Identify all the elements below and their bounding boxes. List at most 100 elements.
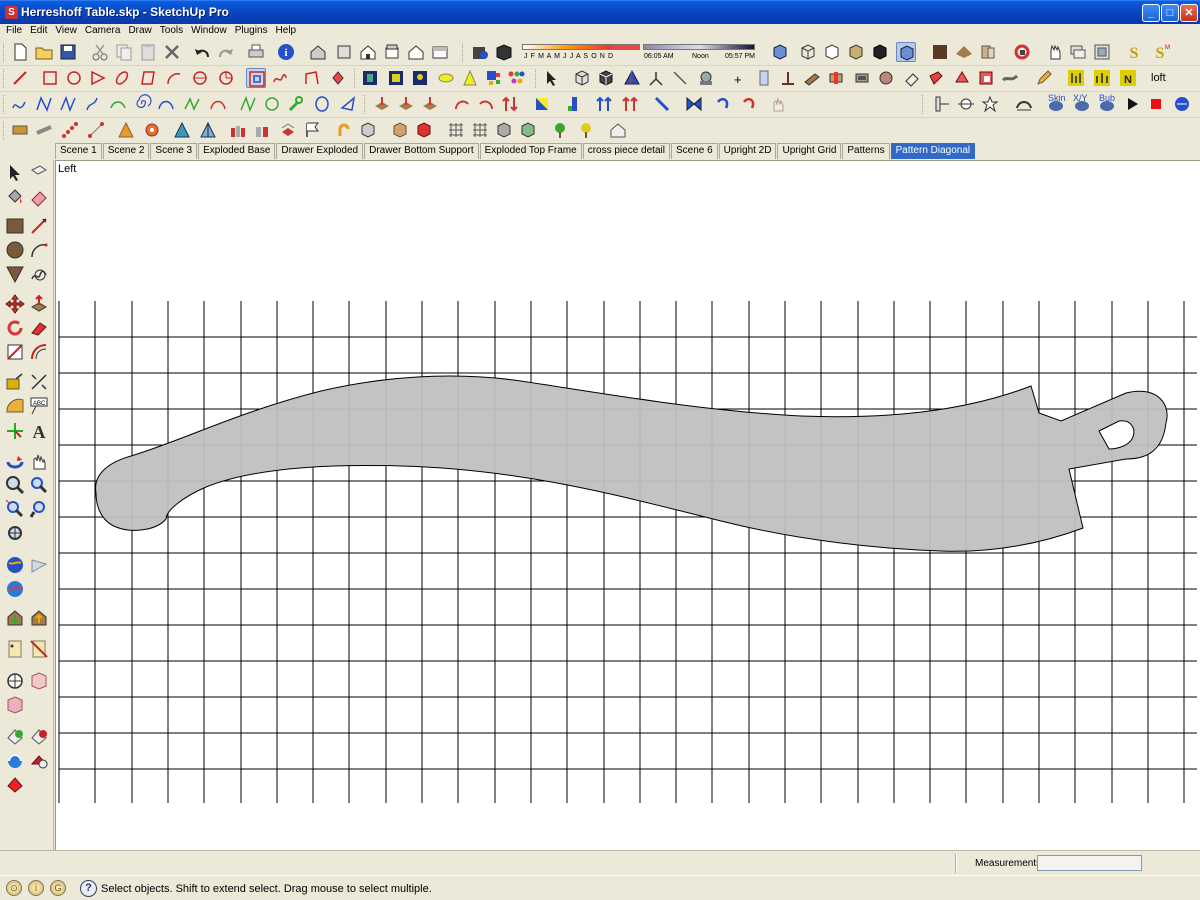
spiral-icon[interactable]: [132, 94, 152, 114]
section-plane-icon[interactable]: [4, 638, 26, 660]
mesh-grid-icon[interactable]: [446, 120, 466, 140]
color-grid-icon[interactable]: [484, 68, 504, 88]
toolbar-grip[interactable]: [462, 43, 465, 62]
model-info-icon[interactable]: i: [276, 42, 296, 62]
hand-stop-icon[interactable]: [768, 94, 788, 114]
globe-help-icon[interactable]: [1172, 94, 1192, 114]
textured-style-icon[interactable]: [870, 42, 890, 62]
arc-red-icon[interactable]: [208, 94, 228, 114]
ruby-script-icon[interactable]: S: [1124, 42, 1144, 62]
scene-tab-upright-grid[interactable]: Upright Grid: [777, 143, 842, 159]
rotate-icon[interactable]: [4, 317, 26, 339]
bowtie-icon[interactable]: [684, 94, 704, 114]
materials-icon[interactable]: [930, 42, 950, 62]
toggle-terrain-icon[interactable]: [28, 750, 50, 772]
wireframe-style-icon[interactable]: [798, 42, 818, 62]
sandbox-tool-icon[interactable]: [4, 670, 26, 692]
right-view-icon[interactable]: [382, 42, 402, 62]
play-icon[interactable]: [1122, 94, 1142, 114]
pan-hand-icon[interactable]: [28, 450, 50, 472]
credits-icon[interactable]: i: [28, 880, 44, 896]
vase-pair-icon[interactable]: [252, 120, 272, 140]
tree-icon[interactable]: [550, 120, 570, 140]
components-browser-icon[interactable]: [978, 42, 998, 62]
front-view-icon[interactable]: [358, 42, 378, 62]
dimension-bars-icon[interactable]: [1066, 68, 1086, 88]
menu-tools[interactable]: Tools: [156, 24, 187, 36]
star-icon[interactable]: [980, 94, 1000, 114]
double-arrow-red-icon[interactable]: [620, 94, 640, 114]
print-icon[interactable]: [246, 42, 266, 62]
cube-grid-icon[interactable]: [572, 68, 592, 88]
curl-red-icon[interactable]: [740, 94, 760, 114]
joint-shape-icon[interactable]: [876, 68, 896, 88]
shadow-time-slider[interactable]: [643, 44, 755, 50]
arc-green-icon[interactable]: [108, 94, 128, 114]
scale-icon[interactable]: [4, 341, 26, 363]
dimension-bars-alt-icon[interactable]: [1092, 68, 1112, 88]
arc-icon[interactable]: [28, 239, 50, 261]
polygon-icon[interactable]: [4, 263, 26, 285]
add-location-icon[interactable]: [4, 726, 26, 748]
left-view-icon[interactable]: [430, 42, 450, 62]
gear-box-icon[interactable]: [696, 68, 716, 88]
orange-loop-icon[interactable]: [334, 120, 354, 140]
move-to-j-icon[interactable]: [372, 94, 392, 114]
position-camera-icon[interactable]: [4, 522, 26, 544]
joint-tenon-icon[interactable]: [852, 68, 872, 88]
ruby-script-edit-icon[interactable]: SM: [1150, 42, 1170, 62]
share-model-icon[interactable]: [28, 607, 50, 629]
toolbar-grip[interactable]: [364, 95, 367, 114]
cubic-bezier-icon[interactable]: [34, 94, 54, 114]
sketchup-app-icon[interactable]: S: [5, 6, 18, 19]
push-pull-icon[interactable]: [28, 293, 50, 315]
select-arrow-icon[interactable]: [4, 162, 26, 184]
erase-delete-icon[interactable]: [162, 42, 182, 62]
cut-icon[interactable]: [90, 42, 110, 62]
orbit-refresh-icon[interactable]: [1012, 42, 1032, 62]
maximize-button[interactable]: □: [1161, 4, 1179, 22]
double-arrow-up-icon[interactable]: [594, 94, 614, 114]
layer-manager-icon[interactable]: [1068, 42, 1088, 62]
orbit-icon[interactable]: [4, 450, 26, 472]
scene-tab-6[interactable]: Scene 6: [670, 143, 718, 159]
eraser-joint-icon[interactable]: [902, 68, 922, 88]
pencil-line-icon[interactable]: [28, 215, 50, 237]
look-around-icon[interactable]: [28, 554, 50, 576]
toolbar-grip[interactable]: [354, 69, 357, 88]
undo-icon[interactable]: [192, 42, 212, 62]
make-component-icon[interactable]: [28, 162, 50, 184]
wood-texture-icon[interactable]: [954, 42, 974, 62]
lens-tool-icon[interactable]: [436, 68, 456, 88]
n-curve-icon[interactable]: [238, 94, 258, 114]
joint-mortise-icon[interactable]: [826, 68, 846, 88]
close-button[interactable]: ✕: [1180, 4, 1198, 22]
rotate-arrow-icon[interactable]: [452, 94, 472, 114]
top-view-icon[interactable]: [334, 42, 354, 62]
mesh-grid-alt-icon[interactable]: [470, 120, 490, 140]
teal-peak-icon[interactable]: [198, 120, 218, 140]
rotate-back-icon[interactable]: [476, 94, 496, 114]
modeling-viewport[interactable]: Left: [55, 160, 1200, 850]
mesh-green-icon[interactable]: [518, 120, 538, 140]
remove-location-icon[interactable]: [28, 726, 50, 748]
scene-tab-drawer-exploded[interactable]: Drawer Exploded: [276, 143, 364, 159]
select-cursor-icon[interactable]: [542, 68, 562, 88]
minimize-button[interactable]: _: [1142, 4, 1160, 22]
cabinet-icon[interactable]: [390, 120, 410, 140]
ribbon-icon[interactable]: [1000, 68, 1020, 88]
menu-edit[interactable]: Edit: [26, 24, 51, 36]
cube-frame-icon[interactable]: [358, 120, 378, 140]
menu-plugins[interactable]: Plugins: [231, 24, 272, 36]
monochrome-style-icon[interactable]: [896, 42, 916, 62]
geo-location-icon[interactable]: ⊙: [6, 880, 22, 896]
film-strip-icon[interactable]: [386, 68, 406, 88]
triangle-loop-icon[interactable]: [338, 94, 358, 114]
teal-pyramid-icon[interactable]: [172, 120, 192, 140]
curl-blue-icon[interactable]: [714, 94, 734, 114]
loft-label[interactable]: loft: [1151, 72, 1166, 84]
tape-measure-icon[interactable]: [4, 371, 26, 393]
vertical-bar-icon[interactable]: [564, 94, 584, 114]
toolbar-grip[interactable]: [3, 95, 6, 114]
parallelogram-tool-icon[interactable]: [138, 68, 158, 88]
